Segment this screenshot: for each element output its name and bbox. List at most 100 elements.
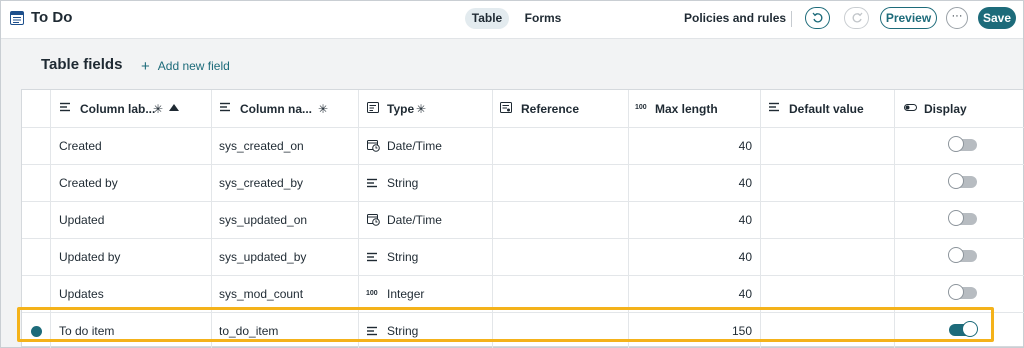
redo-icon xyxy=(852,12,863,23)
required-asterisk-icon: ✳ xyxy=(318,102,329,116)
type-cell[interactable]: String xyxy=(359,239,493,275)
display-cell xyxy=(895,239,1024,275)
add-new-field-button[interactable]: + Add new field xyxy=(141,57,230,75)
field-name: sys_created_on xyxy=(219,139,304,153)
default-value-cell[interactable] xyxy=(761,239,895,275)
column-header-name[interactable]: Column na... ✳ xyxy=(212,90,359,127)
required-asterisk-icon: ✳ xyxy=(416,102,427,116)
toggle-knob xyxy=(948,136,964,152)
selected-row-indicator xyxy=(31,326,42,337)
label-cell[interactable]: Updates xyxy=(51,276,212,312)
field-label: To do item xyxy=(59,324,115,338)
column-header-reference[interactable]: Reference xyxy=(493,90,629,127)
row-select-cell[interactable] xyxy=(22,276,51,312)
more-options-button[interactable]: ··· xyxy=(946,7,968,29)
field-name: sys_mod_count xyxy=(219,287,304,301)
reference-cell[interactable] xyxy=(493,202,629,238)
type-cell[interactable]: Date/Time xyxy=(359,128,493,164)
preview-button[interactable]: Preview xyxy=(880,7,937,29)
display-toggle[interactable] xyxy=(948,247,977,263)
label-cell[interactable]: To do item xyxy=(51,313,212,348)
max-length-cell[interactable]: 40 xyxy=(629,239,761,275)
name-cell[interactable]: sys_updated_on xyxy=(212,202,359,238)
table-row[interactable]: Updated by sys_updated_by String 40 xyxy=(22,238,1024,275)
column-header-type-text: Type xyxy=(387,102,415,116)
display-toggle[interactable] xyxy=(949,321,978,337)
reference-cell[interactable] xyxy=(493,165,629,201)
default-value-cell[interactable] xyxy=(761,128,895,164)
field-type: Date/Time xyxy=(387,139,442,153)
default-value-cell[interactable] xyxy=(761,313,895,348)
display-toggle[interactable] xyxy=(948,210,977,226)
column-header-default-value[interactable]: Default value xyxy=(761,90,895,127)
reference-cell[interactable] xyxy=(493,239,629,275)
text-lines-icon xyxy=(220,102,230,112)
row-select-cell[interactable] xyxy=(22,165,51,201)
field-name: sys_created_by xyxy=(219,176,304,190)
default-value-cell[interactable] xyxy=(761,165,895,201)
row-select-cell[interactable] xyxy=(22,239,51,275)
reference-cell[interactable] xyxy=(493,276,629,312)
display-cell xyxy=(895,128,1024,164)
required-asterisk-icon: ✳ xyxy=(153,102,164,116)
field-label: Updates xyxy=(59,287,104,301)
max-length-cell[interactable]: 40 xyxy=(629,165,761,201)
max-length-cell[interactable]: 40 xyxy=(629,202,761,238)
row-select-cell[interactable] xyxy=(22,313,51,348)
label-cell[interactable]: Updated xyxy=(51,202,212,238)
table-row[interactable]: Updated sys_updated_on Date/Time 40 xyxy=(22,201,1024,238)
reference-cell[interactable] xyxy=(493,128,629,164)
column-header-label[interactable]: Column lab... ✳ xyxy=(51,90,212,127)
column-header-name-text: Column na... xyxy=(240,102,312,116)
tab-forms[interactable]: Forms xyxy=(521,8,565,29)
column-header-max-length[interactable]: 100 Max length xyxy=(629,90,761,127)
toggle-knob xyxy=(948,247,964,263)
toggle-knob xyxy=(948,284,964,300)
column-header-type[interactable]: Type ✳ xyxy=(359,90,493,127)
default-value-cell[interactable] xyxy=(761,276,895,312)
name-cell[interactable]: sys_updated_by xyxy=(212,239,359,275)
policies-and-rules-button[interactable]: Policies and rules xyxy=(684,11,786,25)
toggle-knob xyxy=(948,210,964,226)
type-cell[interactable]: Date/Time xyxy=(359,202,493,238)
display-toggle[interactable] xyxy=(948,284,977,300)
field-label: Created by xyxy=(59,176,118,190)
label-cell[interactable]: Created by xyxy=(51,165,212,201)
reference-cell[interactable] xyxy=(493,313,629,348)
save-button[interactable]: Save xyxy=(978,7,1016,29)
sort-ascending-icon[interactable] xyxy=(169,104,179,111)
display-cell xyxy=(895,276,1024,312)
max-length-cell[interactable]: 40 xyxy=(629,276,761,312)
redo-button[interactable] xyxy=(844,7,869,29)
column-header-display-text: Display xyxy=(924,102,967,116)
label-cell[interactable]: Updated by xyxy=(51,239,212,275)
tab-table[interactable]: Table xyxy=(465,8,509,29)
label-cell[interactable]: Created xyxy=(51,128,212,164)
type-cell[interactable]: String xyxy=(359,313,493,348)
type-cell[interactable]: String xyxy=(359,165,493,201)
name-cell[interactable]: sys_mod_count xyxy=(212,276,359,312)
display-toggle[interactable] xyxy=(948,173,977,189)
column-header-label-text: Column lab... xyxy=(80,102,156,116)
row-select-cell[interactable] xyxy=(22,202,51,238)
top-bar: To Do Table Forms Policies and rules Pre… xyxy=(1,1,1023,39)
row-select-cell[interactable] xyxy=(22,128,51,164)
default-value-cell[interactable] xyxy=(761,202,895,238)
type-list-icon xyxy=(367,102,379,113)
type-cell[interactable]: 100 Integer xyxy=(359,276,493,312)
field-type: String xyxy=(387,324,419,338)
name-cell[interactable]: to_do_item xyxy=(212,313,359,348)
table-row[interactable]: Created sys_created_on Date/Time 40 xyxy=(22,127,1024,164)
column-header-display[interactable]: Display xyxy=(895,90,1024,127)
table-row[interactable]: To do item to_do_item String 150 xyxy=(22,312,1024,348)
table-row[interactable]: Updates sys_mod_count 100 Integer 40 xyxy=(22,275,1024,312)
name-cell[interactable]: sys_created_by xyxy=(212,165,359,201)
field-max-length: 40 xyxy=(738,176,752,190)
max-length-cell[interactable]: 40 xyxy=(629,128,761,164)
display-toggle[interactable] xyxy=(948,136,977,152)
field-type: String xyxy=(387,250,419,264)
max-length-cell[interactable]: 150 xyxy=(629,313,761,348)
undo-button[interactable] xyxy=(805,7,830,29)
table-row[interactable]: Created by sys_created_by String 40 xyxy=(22,164,1024,201)
name-cell[interactable]: sys_created_on xyxy=(212,128,359,164)
